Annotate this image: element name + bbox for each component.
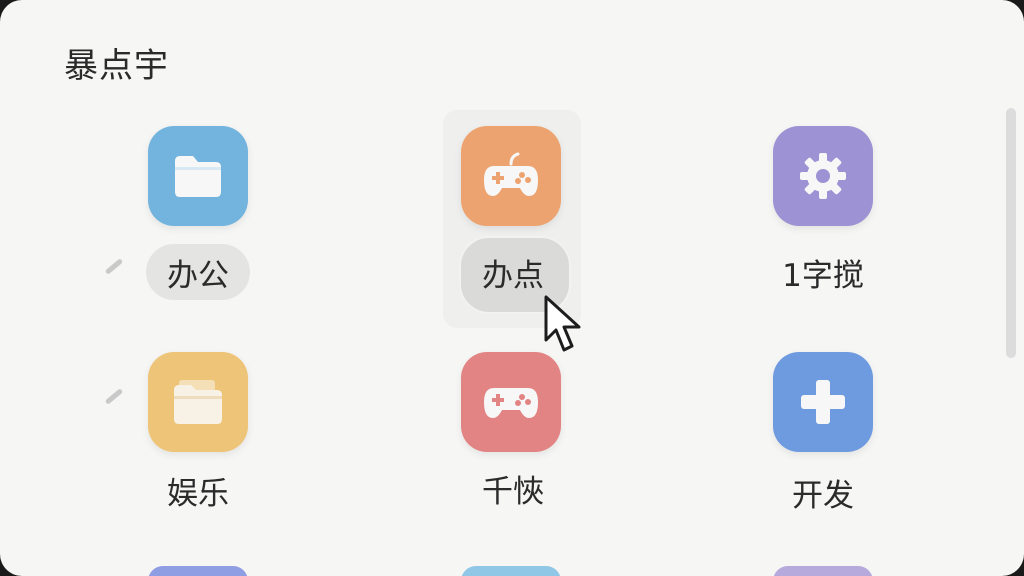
panel-title: 暴点宇: [64, 46, 169, 86]
vertical-scrollbar[interactable]: [1006, 108, 1016, 358]
app-label-develop[interactable]: 开发: [763, 470, 883, 515]
app-label-games-2[interactable]: 千悏: [459, 466, 567, 511]
app-tile-peek[interactable]: [773, 566, 873, 576]
gamepad-icon: [484, 388, 538, 418]
open-folder-icon: [174, 380, 222, 424]
app-tile-develop[interactable]: [773, 352, 873, 452]
app-label-games[interactable]: 办点: [459, 250, 567, 295]
app-category-panel: 暴点宇 办公 办点 1字搅 娱乐 千悏 开发: [0, 0, 1024, 576]
mouse-cursor-icon: [544, 295, 581, 352]
edit-handle-icon[interactable]: [104, 258, 124, 275]
app-tile-office[interactable]: [148, 126, 248, 226]
app-tile-peek[interactable]: [461, 566, 561, 576]
app-tile-games-2[interactable]: [461, 352, 561, 452]
app-tile-games[interactable]: [461, 126, 561, 226]
app-tile-settings[interactable]: [773, 126, 873, 226]
folder-icon: [175, 156, 221, 197]
app-tile-peek[interactable]: [148, 566, 248, 576]
edit-handle-icon[interactable]: [104, 388, 124, 405]
app-label-entertainment[interactable]: 娱乐: [146, 468, 250, 513]
app-tile-entertainment[interactable]: [148, 352, 248, 452]
gamepad-icon: [484, 152, 538, 196]
gear-icon: [800, 153, 846, 199]
app-label-office[interactable]: 办公: [146, 250, 250, 295]
app-label-settings[interactable]: 1字搅: [763, 250, 883, 295]
plus-icon: [801, 380, 845, 424]
